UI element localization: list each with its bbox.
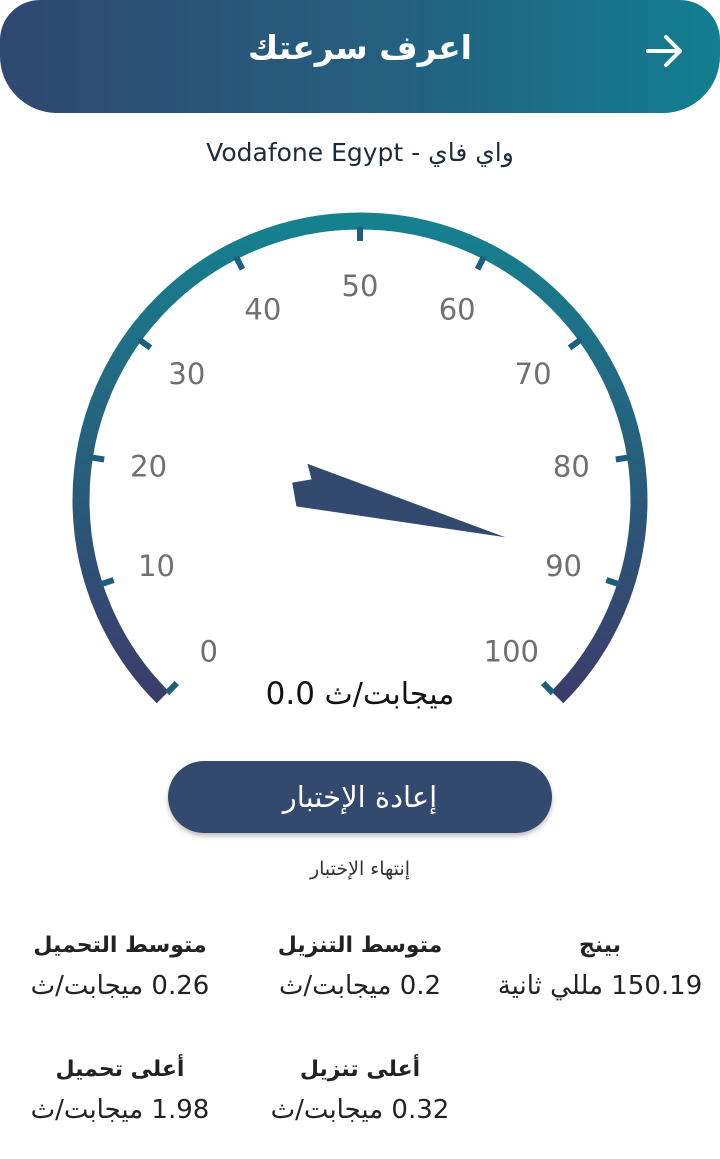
gauge-tick	[474, 255, 487, 271]
test-status: إنتهاء الإختبار	[309, 858, 411, 880]
page-title: اعرف سرعتك	[248, 28, 472, 67]
gauge-needle	[292, 463, 506, 538]
gauge-tick-label: 10	[138, 549, 175, 583]
gauge-tick-label: 30	[168, 357, 205, 391]
gauge-tick-label: 0	[199, 634, 217, 668]
stat-avg-download: متوسط التنزيل 0.2 ميجابت/ث	[240, 930, 480, 1004]
gauge-tick	[233, 255, 246, 271]
stat-label: بينج	[578, 933, 622, 958]
stat-max-download: أعلى تنزيل 0.32 ميجابت/ث	[240, 1054, 480, 1128]
gauge-tick	[137, 337, 153, 351]
current-speed: 0.0 ميجابت/ث	[0, 676, 720, 712]
stat-label: متوسط التحميل	[33, 933, 207, 958]
gauge-tick-label: 60	[439, 292, 476, 326]
stat-max-upload: أعلى تحميل 1.98 ميجابت/ث	[0, 1054, 240, 1128]
stat-value: 0.26 ميجابت/ث	[30, 971, 210, 1001]
speed-gauge: 0 10 20 30 40 50 60 70 80 90 100	[72, 212, 648, 704]
speed-unit: ميجابت/ث	[324, 677, 455, 712]
gauge-tick-label: 100	[484, 634, 539, 668]
stat-avg-upload: متوسط التحميل 0.26 ميجابت/ث	[0, 930, 240, 1004]
speed-value: 0.0	[265, 676, 315, 712]
stat-value: 0.2 ميجابت/ث	[278, 971, 442, 1001]
gauge-tick-label: 40	[244, 292, 281, 326]
stat-label: أعلى تنزيل	[299, 1057, 421, 1082]
gauge-tick	[99, 577, 115, 588]
gauge-tick-label: 80	[553, 450, 590, 484]
gauge-tick	[89, 454, 105, 463]
stat-value: 0.32 ميجابت/ث	[270, 1095, 450, 1125]
network-info: Vodafone Egypt - واي فاي	[0, 138, 720, 167]
network-type: واي فاي	[428, 138, 514, 167]
gauge-tick	[605, 577, 621, 588]
stat-label: متوسط التنزيل	[277, 933, 443, 958]
app-header: اعرف سرعتك	[0, 0, 720, 113]
stat-ping: بينج 150.19 مللي ثانية	[480, 930, 720, 1004]
network-name: Vodafone Egypt	[206, 138, 404, 167]
gauge-tick	[567, 337, 583, 351]
gauge-tick-label: 50	[342, 269, 379, 303]
arrow-right-icon[interactable]	[642, 30, 688, 72]
retest-button[interactable]: إعادة الإختبار	[168, 761, 552, 833]
gauge-tick-label: 90	[545, 549, 582, 583]
gauge-tick	[615, 454, 631, 463]
gauge-tick-labels: 0 10 20 30 40 50 60 70 80 90 100	[130, 269, 590, 668]
stat-label: أعلى تحميل	[55, 1057, 185, 1082]
stat-value: 1.98 ميجابت/ث	[30, 1095, 210, 1125]
network-separator: -	[411, 138, 421, 167]
gauge-tick-label: 20	[130, 450, 167, 484]
gauge-tick-label: 70	[515, 357, 552, 391]
stat-value: 150.19 مللي ثانية	[497, 971, 703, 1001]
